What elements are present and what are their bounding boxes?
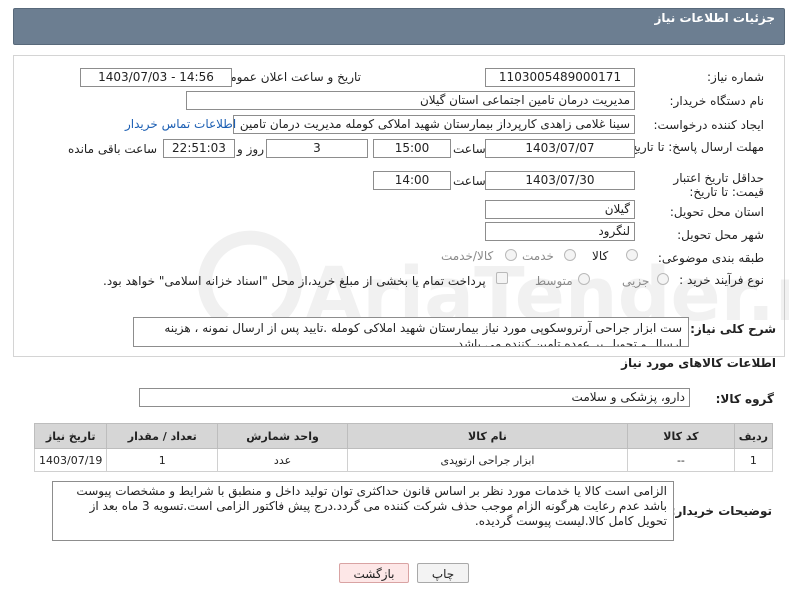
col-header-need-date: تاریخ نیاز xyxy=(33,423,108,449)
requester-label: ایجاد کننده درخواست: xyxy=(653,118,764,132)
remaining-time-field: 22:51:03 xyxy=(163,139,235,158)
page-title: جزئیات اطلاعات نیاز xyxy=(654,11,775,25)
purchase-radio-partial[interactable] xyxy=(657,273,669,285)
purchase-option-partial: جزیی xyxy=(622,274,650,288)
cell-quantity: 1 xyxy=(106,448,219,472)
cell-unit: عدد xyxy=(217,448,348,472)
remaining-time-label: ساعت باقی مانده xyxy=(68,142,158,156)
delivery-city-label: شهر محل تحویل: xyxy=(677,228,764,242)
category-option-goods-service: کالا/خدمت xyxy=(441,249,494,263)
col-header-quantity: تعداد / مقدار xyxy=(106,423,219,449)
announce-datetime-label: تاریخ و ساعت اعلان عمومی: xyxy=(216,70,361,84)
print-button[interactable]: چاپ xyxy=(417,563,469,583)
cell-goods-name: ابزار جراحی ارتوپدی xyxy=(346,448,629,472)
category-option-service: خدمت xyxy=(522,249,554,263)
buyer-contact-link[interactable]: اطلاعات تماس خریدار xyxy=(125,117,236,131)
price-validity-time: 14:00 xyxy=(373,171,451,190)
purchase-type-label: نوع فرآیند خرید : xyxy=(679,273,764,287)
category-radio-service[interactable] xyxy=(564,249,576,261)
col-header-goods-code: کد کالا xyxy=(627,423,735,449)
price-validity-time-label: ساعت xyxy=(453,174,486,188)
col-header-unit: واحد شمارش xyxy=(217,423,348,449)
buyer-notes-field: الزامی است کالا یا خدمات مورد نظر بر اسا… xyxy=(52,481,674,541)
goods-table-header: ردیف کد کالا نام کالا واحد شمارش تعداد /… xyxy=(33,423,774,449)
reply-days-field: 3 xyxy=(266,139,368,158)
purchase-radio-medium[interactable] xyxy=(578,273,590,285)
category-radio-goods[interactable] xyxy=(626,249,638,261)
requester-field: سینا غلامی زاهدی کارپرداز بیمارستان شهید… xyxy=(233,115,635,134)
price-validity-label: حداقل تاریخ اعتبار قیمت: تا تاریخ: xyxy=(673,171,764,199)
treasury-checkbox[interactable] xyxy=(496,272,508,284)
delivery-province-field: گیلان xyxy=(485,200,635,219)
delivery-city-field: لنگرود xyxy=(485,222,635,241)
need-description-field: ست ابزار جراحی آرتروسکوپی مورد نیاز بیما… xyxy=(133,317,689,347)
buyer-org-field: مدیریت درمان تامین اجتماعی استان گیلان xyxy=(186,91,635,110)
treasury-note: پرداخت تمام یا بخشی از مبلغ خرید،از محل … xyxy=(103,274,486,288)
price-validity-date: 1403/07/30 xyxy=(485,171,635,190)
reply-days-label: روز و xyxy=(237,142,264,156)
goods-section-title: اطلاعات کالاهای مورد نیاز xyxy=(621,356,776,370)
reply-deadline-time-label: ساعت xyxy=(453,142,486,156)
reply-deadline-date: 1403/07/07 xyxy=(485,139,635,158)
goods-table: ردیف کد کالا نام کالا واحد شمارش تعداد /… xyxy=(33,423,774,472)
cell-goods-code: -- xyxy=(627,448,735,472)
need-description-label: شرح کلی نیاز: xyxy=(690,322,776,336)
purchase-option-medium: متوسط xyxy=(535,274,573,288)
reply-deadline-time: 15:00 xyxy=(373,139,451,158)
table-row: 1 -- ابزار جراحی ارتوپدی عدد 1 1403/07/1… xyxy=(33,448,774,472)
category-radio-goods-service[interactable] xyxy=(505,249,517,261)
back-button[interactable]: بازگشت xyxy=(339,563,409,583)
cell-need-date: 1403/07/19 xyxy=(33,448,108,472)
cell-row-number: 1 xyxy=(733,448,774,472)
buyer-org-label: نام دستگاه خریدار: xyxy=(669,94,765,108)
buyer-notes-label: توضیحات خریدار: xyxy=(670,504,772,518)
reply-deadline-label: مهلت ارسال پاسخ: تا تاریخ: xyxy=(625,140,764,154)
delivery-province-label: استان محل تحویل: xyxy=(669,205,764,219)
goods-group-field: دارو، پزشکی و سلامت xyxy=(139,388,690,407)
col-header-goods-name: نام کالا xyxy=(346,423,629,449)
need-number-field: 1103005489000171 xyxy=(485,68,635,87)
col-header-row-number: ردیف xyxy=(733,423,774,449)
category-label: طبقه بندی موضوعی: xyxy=(657,251,764,265)
category-option-goods: کالا xyxy=(592,249,609,263)
announce-datetime-field: 1403/07/03 - 14:56 xyxy=(80,68,232,87)
need-number-label: شماره نیاز: xyxy=(707,70,764,84)
goods-group-label: گروه کالا: xyxy=(715,392,774,406)
